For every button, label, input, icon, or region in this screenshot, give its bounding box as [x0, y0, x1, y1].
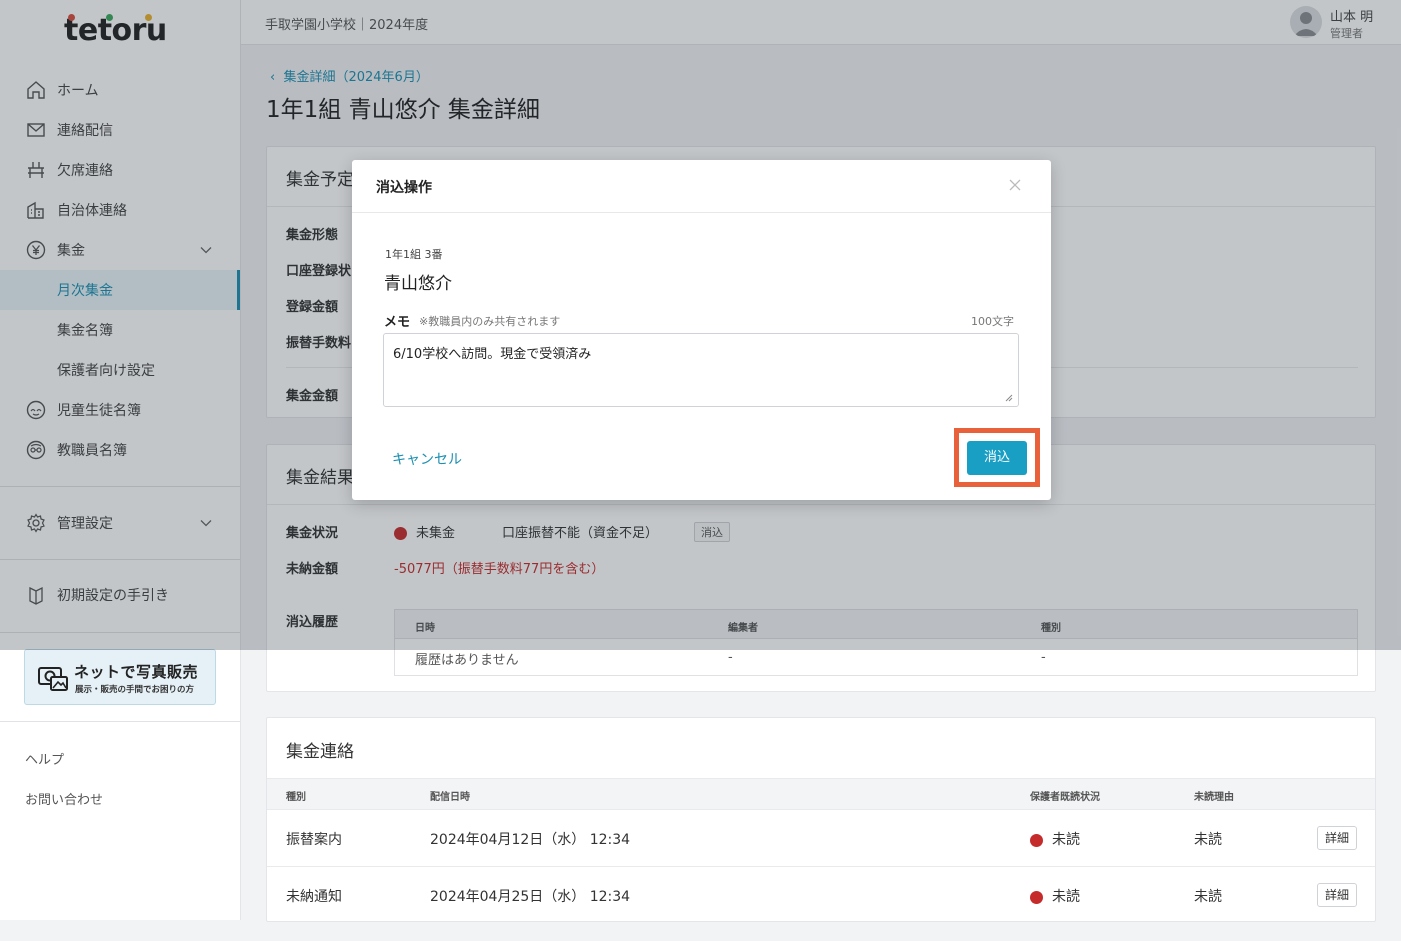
sidebar-divider — [0, 721, 240, 722]
contacts-card: 集金連絡 種別 配信日時 保護者既読状況 未読理由 振替案内 2024年04月1… — [266, 717, 1376, 922]
modal-title: 消込操作 — [376, 180, 432, 196]
clear-confirm-button[interactable]: 消込 — [967, 441, 1027, 475]
date-cell: 2024年04月12日（水） 12:34 — [430, 832, 631, 848]
column-header: 種別 — [286, 792, 306, 803]
column-header: 未読理由 — [1194, 792, 1234, 803]
table-row: 振替案内 2024年04月12日（水） 12:34 未読 未読 詳細 — [267, 809, 1375, 866]
memo-char-limit: 100文字 — [971, 315, 1014, 328]
column-header: 保護者既読状況 — [1030, 792, 1100, 803]
student-name: 青山悠介 — [384, 274, 452, 294]
contacts-card-title: 集金連絡 — [286, 742, 354, 762]
read-cell: 未読 — [1052, 832, 1080, 848]
modal-divider — [352, 212, 1051, 213]
banner-title: ネットで写真販売 — [74, 663, 199, 681]
memo-note: ※教職員内のみ共有されます — [419, 315, 561, 328]
unread-dot — [1030, 887, 1043, 906]
date-cell: 2024年04月25日（水） 12:34 — [430, 889, 631, 905]
camera-photo-icon — [38, 667, 68, 691]
resize-grip-icon[interactable] — [1003, 392, 1013, 402]
history-empty: 履歴はありません — [415, 653, 519, 668]
photo-sales-banner[interactable]: ネットで写真販売 展示・販売の手間でお困りの方 — [24, 649, 216, 705]
contact-link[interactable]: お問い合わせ — [25, 789, 103, 808]
cancel-button[interactable]: キャンセル — [392, 449, 462, 469]
detail-button[interactable]: 詳細 — [1317, 883, 1357, 907]
history-cell: - — [1041, 650, 1046, 665]
type-cell: 振替案内 — [286, 832, 342, 848]
reason-cell: 未読 — [1194, 889, 1222, 905]
column-header: 配信日時 — [430, 792, 470, 803]
memo-label: メモ — [384, 315, 411, 330]
banner-subtitle: 展示・販売の手間でお困りの方 — [75, 685, 195, 695]
unread-dot — [1030, 830, 1043, 849]
student-class: 1年1組 3番 — [385, 248, 443, 261]
close-icon[interactable] — [1007, 177, 1023, 193]
reason-cell: 未読 — [1194, 832, 1222, 848]
type-cell: 未納通知 — [286, 889, 342, 905]
history-cell: - — [728, 650, 733, 665]
read-cell: 未読 — [1052, 889, 1080, 905]
memo-textarea[interactable]: 6/10学校へ訪問。現金で受領済み — [383, 333, 1019, 407]
help-link[interactable]: ヘルプ — [25, 749, 64, 768]
clear-modal: 消込操作 1年1組 3番 青山悠介 メモ ※教職員内のみ共有されます 100文字… — [352, 160, 1051, 500]
detail-button[interactable]: 詳細 — [1317, 826, 1357, 850]
table-row: 未納通知 2024年04月25日（水） 12:34 未読 未読 詳細 — [267, 866, 1375, 923]
